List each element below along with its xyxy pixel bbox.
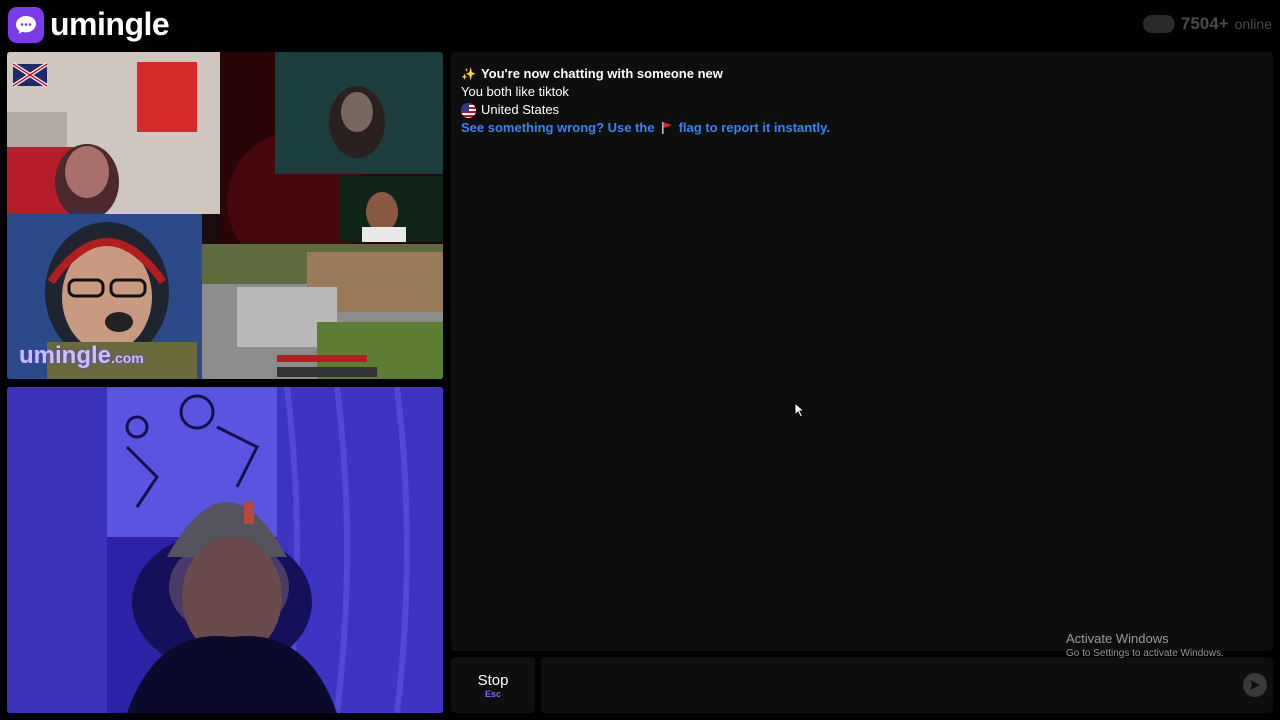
system-message-new-chat: ✨ You're now chatting with someone new <box>461 65 723 83</box>
chat-controls: Stop Esc <box>451 657 1273 713</box>
sparkles-icon: ✨ <box>461 67 476 81</box>
self-video-frame <box>7 387 443 713</box>
theme-toggle[interactable] <box>1142 15 1175 33</box>
app-name: umingle <box>50 6 170 42</box>
watermark-text: umingle <box>19 342 112 369</box>
chat-bubble-icon <box>8 6 44 43</box>
report-hint-after: flag to report it instantly. <box>678 120 831 135</box>
activate-windows-title: Activate Windows <box>1066 631 1169 646</box>
system-message-country: United States <box>461 101 559 119</box>
stop-button-label: Stop <box>477 671 509 689</box>
send-icon <box>1250 680 1260 690</box>
logo[interactable]: umingle <box>8 6 170 43</box>
report-hint-before: See something wrong? Use the <box>461 120 655 135</box>
watermark-suffix: .com <box>111 350 144 366</box>
country-text: United States <box>481 102 560 117</box>
send-button[interactable] <box>1243 673 1267 697</box>
report-hint-message[interactable]: See something wrong? Use the flag to rep… <box>461 119 830 137</box>
top-bar: umingle 7504+ online <box>0 0 1280 50</box>
stop-button[interactable]: Stop Esc <box>451 657 535 713</box>
online-indicator: 7504+ online <box>1142 14 1272 34</box>
stranger-video: umingle.com <box>7 52 443 379</box>
mouse-cursor-icon <box>794 402 806 418</box>
self-video <box>7 387 443 713</box>
umingle-watermark: umingle.com <box>19 342 144 370</box>
common-interest-text: You both like tiktok <box>461 84 569 99</box>
online-label: online <box>1234 16 1272 32</box>
online-count: 7504+ <box>1180 14 1229 33</box>
message-input[interactable] <box>541 657 1273 713</box>
activate-windows-subtitle: Go to Settings to activate Windows. <box>1066 648 1224 659</box>
new-chat-text: You're now chatting with someone new <box>480 66 723 81</box>
stranger-video-frame <box>7 52 443 379</box>
activate-windows-watermark: Activate Windows Go to Settings to activ… <box>1066 631 1224 659</box>
chat-panel: ✨ You're now chatting with someone new Y… <box>451 52 1273 651</box>
stop-shortcut-hint: Esc <box>484 688 501 699</box>
red-flag-icon <box>661 122 672 134</box>
system-message-common-interest: You both like tiktok <box>461 83 569 101</box>
us-flag-icon <box>461 102 476 118</box>
